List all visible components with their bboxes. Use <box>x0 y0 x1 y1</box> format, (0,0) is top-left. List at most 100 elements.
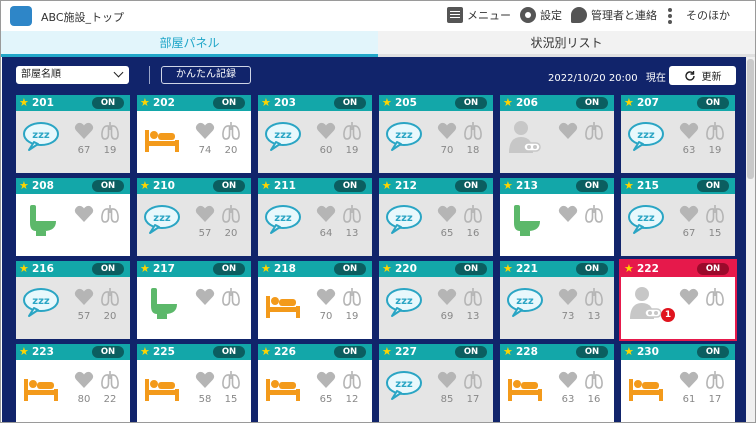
room-card[interactable]: ★ 206 ON <box>500 95 614 173</box>
room-card[interactable]: ★ 211 ON zzz 64 13 <box>258 178 372 256</box>
room-card-body: zzz 63 19 <box>621 111 735 173</box>
room-card-header: ★ 228 ON <box>500 344 614 360</box>
room-card[interactable]: ★ 222 ON 1 <box>619 259 737 341</box>
heart-rate-value: 80 <box>77 394 91 405</box>
sleep-status-icon: zzz <box>385 286 423 320</box>
lungs-icon <box>705 121 725 141</box>
room-panel-board: 部屋名順 かんたん記録 2022/10/20 20:00 現在 更新 ★ 201 O… <box>2 57 746 422</box>
room-grid: ★ 201 ON zzz 67 19 ★ 202 ON 74 20 ★ 203 ON zzz 60 19 ★ 205… <box>2 57 746 422</box>
room-card[interactable]: ★ 210 ON zzz 57 20 <box>137 178 251 256</box>
heart-rate-value: 57 <box>77 311 91 322</box>
vitals: 57 20 <box>195 204 245 248</box>
room-card[interactable]: ★ 215 ON zzz 67 15 <box>621 178 735 256</box>
svg-text:zzz: zzz <box>395 130 413 141</box>
room-card-header: ★ 208 ON <box>16 178 130 194</box>
lungs-icon <box>100 204 120 224</box>
menu-button[interactable]: メニュー <box>447 7 511 23</box>
gear-icon <box>520 7 536 23</box>
room-card[interactable]: ★ 207 ON zzz 63 19 <box>621 95 735 173</box>
sensor-on-badge: ON <box>92 346 124 358</box>
sensor-on-badge: ON <box>697 97 729 109</box>
room-card[interactable]: ★ 230 ON 61 17 <box>621 344 735 422</box>
room-number: 208 <box>32 180 54 192</box>
respiration-rate-value: 17 <box>708 394 722 405</box>
room-card[interactable]: ★ 225 ON 58 15 <box>137 344 251 422</box>
room-card[interactable]: ★ 203 ON zzz 60 19 <box>258 95 372 173</box>
room-card[interactable]: ★ 205 ON zzz 70 18 <box>379 95 493 173</box>
room-card[interactable]: ★ 223 ON 80 22 <box>16 344 130 422</box>
room-card[interactable]: ★ 228 ON 63 16 <box>500 344 614 422</box>
app-window: ABC施設_トップ メニュー 設定 管理者と連絡 そのほか 部屋パネル 状況別リ… <box>0 0 756 423</box>
room-card[interactable]: ★ 201 ON zzz 67 19 <box>16 95 130 173</box>
respiration-rate-value: 20 <box>103 311 117 322</box>
respiration-rate-value: 13 <box>466 311 480 322</box>
heart-rate-value: 67 <box>77 145 91 156</box>
room-card[interactable]: ★ 221 ON zzz 73 13 <box>500 261 614 339</box>
settings-button[interactable]: 設定 <box>520 7 562 23</box>
room-number: 218 <box>274 263 296 275</box>
heart-rate-value: 65 <box>440 228 454 239</box>
respiration-rate-value: 20 <box>224 228 238 239</box>
room-card[interactable]: ★ 216 ON zzz 57 20 <box>16 261 130 339</box>
room-card-body: zzz 65 16 <box>379 194 493 256</box>
heart-icon <box>74 204 94 224</box>
star-icon: ★ <box>503 262 513 275</box>
sensor-on-badge: ON <box>213 97 245 109</box>
room-number: 201 <box>32 97 54 109</box>
star-icon: ★ <box>382 262 392 275</box>
room-card[interactable]: ★ 227 ON zzz 85 17 <box>379 344 493 422</box>
heart-rate-value: 67 <box>682 228 696 239</box>
respiration-rate-value: 22 <box>103 394 117 405</box>
lungs-icon <box>705 204 725 224</box>
top-bar: ABC施設_トップ メニュー 設定 管理者と連絡 そのほか <box>1 1 755 31</box>
tab-room-panel[interactable]: 部屋パネル <box>1 31 378 57</box>
vitals <box>195 287 245 331</box>
heart-rate-value: 63 <box>561 394 575 405</box>
room-card-body: zzz 85 17 <box>379 360 493 422</box>
sensor-on-badge: ON <box>576 97 608 109</box>
vitals: 65 16 <box>437 204 487 248</box>
heart-rate-value: 85 <box>440 394 454 405</box>
room-card-header: ★ 205 ON <box>379 95 493 111</box>
room-card[interactable]: ★ 218 ON 70 19 <box>258 261 372 339</box>
room-number: 216 <box>32 263 54 275</box>
heart-icon <box>195 287 215 307</box>
lungs-icon <box>100 370 120 390</box>
respiration-rate-value: 19 <box>345 145 359 156</box>
room-number: 206 <box>516 97 538 109</box>
vitals: 61 17 <box>679 370 729 414</box>
vertical-scrollbar[interactable] <box>746 57 755 422</box>
more-dots-icon <box>668 7 672 23</box>
sleep-status-icon: zzz <box>506 286 544 320</box>
vitals: 63 16 <box>558 370 608 414</box>
svg-text:zzz: zzz <box>153 213 171 224</box>
sleep-status-icon: zzz <box>264 120 302 154</box>
vitals: 57 20 <box>74 287 124 331</box>
tab-status-list[interactable]: 状況別リスト <box>378 31 755 57</box>
sensor-on-badge: ON <box>334 263 366 275</box>
room-number: 203 <box>274 97 296 109</box>
room-card-header: ★ 226 ON <box>258 344 372 360</box>
scrollbar-thumb[interactable] <box>747 59 754 179</box>
respiration-rate-value: 18 <box>466 145 480 156</box>
heart-icon <box>558 121 578 141</box>
room-card[interactable]: ★ 217 ON <box>137 261 251 339</box>
heart-rate-value: 64 <box>319 228 333 239</box>
contact-admin-button[interactable]: 管理者と連絡 <box>571 7 657 23</box>
other-button[interactable]: そのほか <box>668 7 730 23</box>
room-card[interactable]: ★ 202 ON 74 20 <box>137 95 251 173</box>
sensor-on-badge: ON <box>213 346 245 358</box>
respiration-rate-value: 17 <box>466 394 480 405</box>
room-card[interactable]: ★ 208 ON <box>16 178 130 256</box>
bed-status-icon <box>143 120 181 154</box>
room-card-header: ★ 203 ON <box>258 95 372 111</box>
sensor-on-badge: ON <box>92 263 124 275</box>
room-card[interactable]: ★ 212 ON zzz 65 16 <box>379 178 493 256</box>
room-card[interactable]: ★ 226 ON 65 12 <box>258 344 372 422</box>
room-card-body: 70 19 <box>258 277 372 339</box>
room-card[interactable]: ★ 220 ON zzz 69 13 <box>379 261 493 339</box>
sensor-on-badge: ON <box>334 346 366 358</box>
lungs-icon <box>100 121 120 141</box>
room-card[interactable]: ★ 213 ON <box>500 178 614 256</box>
lungs-icon <box>342 287 362 307</box>
